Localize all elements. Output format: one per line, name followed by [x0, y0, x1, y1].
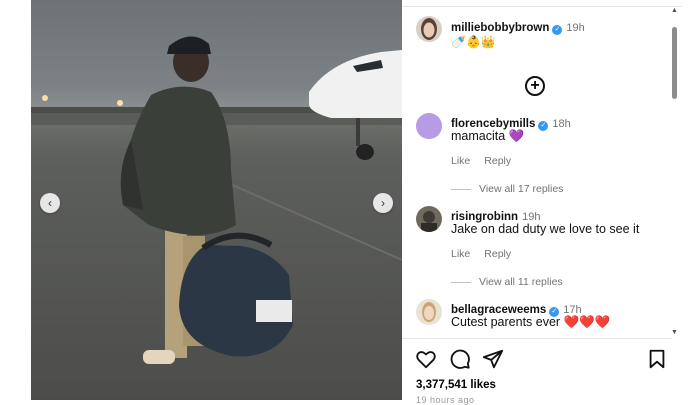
comments-list[interactable]: milliebobbybrown ✓ 19h 🍼👶👑 + florencebymil… [402, 7, 672, 337]
avatar[interactable] [416, 113, 442, 139]
instagram-post-viewer: ‹ › milliebobbybrown ✓ 19h 🍼👶👑 + florenc… [0, 0, 700, 405]
comment-item: bellagraceweems ✓ 17h Cutest parents ever … [416, 297, 666, 337]
avatar[interactable] [416, 206, 442, 232]
reply-button[interactable]: Reply [484, 248, 511, 260]
avatar[interactable] [416, 299, 442, 325]
reply-button[interactable]: Reply [484, 155, 511, 167]
comment-item: florencebymills ✓ 18h mamacita 💜 Like Reply… [416, 111, 666, 201]
actions-divider [402, 338, 672, 339]
comment-text: Jake on dad duty we love to see it [451, 222, 640, 236]
scroll-thumb[interactable] [672, 27, 677, 99]
photo-scene [31, 36, 402, 364]
plus-icon: + [530, 77, 540, 94]
post-photo[interactable]: ‹ › [31, 0, 402, 400]
chevron-left-icon: ‹ [48, 196, 52, 210]
view-replies-label: View all 17 replies [479, 183, 564, 195]
comment-icon[interactable] [449, 348, 471, 370]
scroll-down-icon[interactable]: ▼ [671, 329, 678, 336]
replies-divider [451, 281, 471, 283]
comment-time: 18h [552, 118, 571, 130]
scroll-up-icon[interactable]: ▲ [671, 7, 678, 14]
load-more-comments-button[interactable]: + [525, 76, 545, 96]
replies-divider [451, 188, 471, 190]
verified-badge-icon: ✓ [538, 121, 549, 131]
previous-photo-button[interactable]: ‹ [40, 193, 60, 213]
view-replies-label: View all 11 replies [479, 276, 563, 288]
post-caption: milliebobbybrown ✓ 19h 🍼👶👑 [416, 16, 666, 66]
comment-item: risingrobinn 19h Jake on dad duty we love… [416, 204, 666, 294]
comment-text: mamacita 💜 [451, 129, 525, 143]
caption-text: 🍼👶👑 [451, 35, 496, 49]
bookmark-icon[interactable] [646, 348, 668, 370]
post-actions-bar [402, 348, 672, 374]
heart-icon[interactable] [415, 348, 437, 370]
like-comment-button[interactable]: Like [451, 248, 470, 260]
comments-scrollbar[interactable]: ▲ ▼ [670, 7, 679, 337]
send-icon[interactable] [482, 348, 504, 370]
posted-time[interactable]: 19 hours ago [416, 395, 475, 405]
verified-badge-icon: ✓ [552, 25, 563, 35]
chevron-right-icon: › [381, 196, 385, 210]
avatar[interactable] [416, 16, 442, 42]
comment-text: Cutest parents ever ❤️❤️❤️ [451, 315, 611, 329]
author-username[interactable]: milliebobbybrown [451, 22, 549, 34]
post-time: 19h [566, 22, 585, 34]
view-replies-link[interactable]: View all 11 replies [451, 276, 563, 288]
view-replies-link[interactable]: View all 17 replies [451, 183, 563, 195]
like-comment-button[interactable]: Like [451, 155, 470, 167]
likes-count[interactable]: 3,377,541 likes [416, 379, 496, 391]
next-photo-button[interactable]: › [373, 193, 393, 213]
post-side-panel: milliebobbybrown ✓ 19h 🍼👶👑 + florencebymil… [402, 0, 700, 405]
